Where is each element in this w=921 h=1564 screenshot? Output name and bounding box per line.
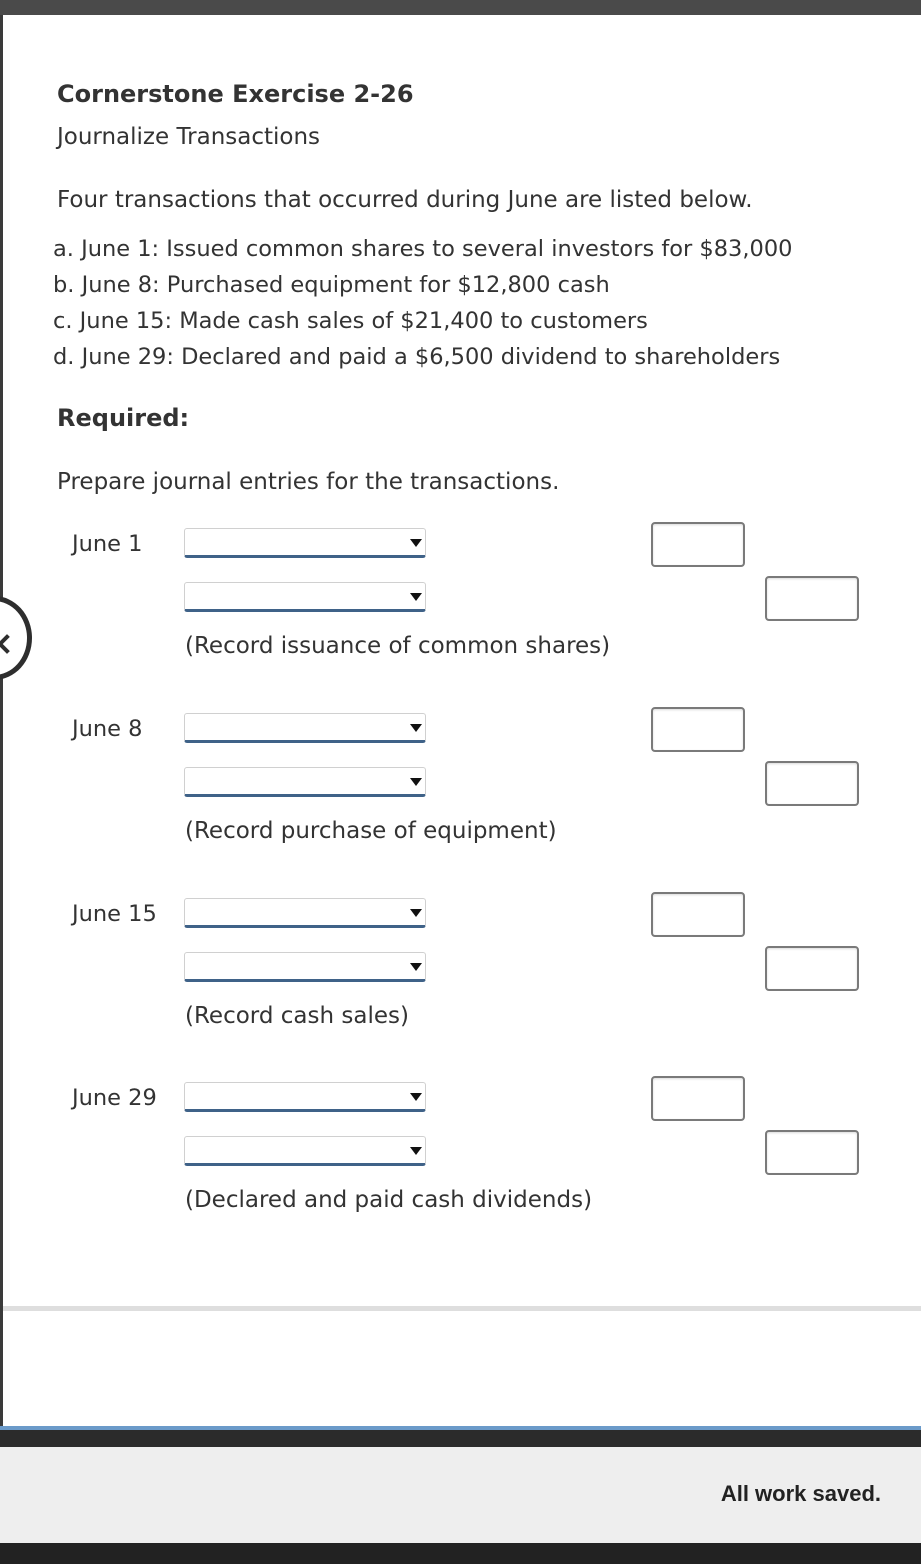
dark-band (0, 1430, 921, 1447)
entry-memo-june-15: (Record cash sales) (185, 1003, 409, 1029)
dropdown-arrow-icon (410, 963, 422, 971)
account-select-debit-june-8[interactable] (184, 713, 426, 743)
bottom-band (0, 1543, 921, 1564)
debit-amount-input-june-15[interactable] (651, 892, 745, 937)
entry-date-june-8: June 8 (72, 716, 143, 742)
dropdown-arrow-icon (410, 539, 422, 547)
credit-amount-input-june-29[interactable] (765, 1130, 859, 1175)
dropdown-arrow-icon (410, 778, 422, 786)
status-bar: All work saved. (0, 1447, 921, 1543)
transaction-list: a. June 1: Issued common shares to sever… (53, 236, 792, 380)
debit-amount-input-june-29[interactable] (651, 1076, 745, 1121)
entry-date-june-1: June 1 (72, 531, 143, 557)
page-title: Cornerstone Exercise 2-26 (57, 80, 414, 108)
credit-amount-input-june-1[interactable] (765, 576, 859, 621)
save-status: All work saved. (720, 1481, 881, 1506)
dropdown-arrow-icon (410, 1093, 422, 1101)
account-select-debit-june-29[interactable] (184, 1082, 426, 1112)
account-select-credit-june-15[interactable] (184, 952, 426, 982)
entry-memo-june-8: (Record purchase of equipment) (185, 818, 557, 844)
entry-date-june-15: June 15 (72, 901, 157, 927)
dropdown-arrow-icon (410, 724, 422, 732)
account-select-credit-june-1[interactable] (184, 582, 426, 612)
list-item: d. June 29: Declared and paid a $6,500 d… (53, 344, 781, 370)
credit-amount-input-june-15[interactable] (765, 946, 859, 991)
page-subtitle: Journalize Transactions (57, 124, 321, 150)
dropdown-arrow-icon (410, 909, 422, 917)
footer-divider (3, 1306, 921, 1311)
dropdown-arrow-icon (410, 1147, 422, 1155)
intro-text: Four transactions that occurred during J… (57, 187, 753, 213)
account-select-credit-june-29[interactable] (184, 1136, 426, 1166)
credit-amount-input-june-8[interactable] (765, 761, 859, 806)
entry-date-june-29: June 29 (72, 1085, 157, 1111)
list-item: c. June 15: Made cash sales of $21,400 t… (53, 308, 648, 334)
account-select-debit-june-1[interactable] (184, 528, 426, 558)
entry-memo-june-1: (Record issuance of common shares) (185, 633, 611, 659)
required-heading: Required: (57, 404, 190, 432)
debit-amount-input-june-8[interactable] (651, 707, 745, 752)
left-border (0, 15, 3, 1427)
debit-amount-input-june-1[interactable] (651, 522, 745, 567)
instruction-text: Prepare journal entries for the transact… (57, 469, 560, 495)
dropdown-arrow-icon (410, 593, 422, 601)
entry-memo-june-29: (Declared and paid cash dividends) (185, 1187, 593, 1213)
account-select-credit-june-8[interactable] (184, 767, 426, 797)
list-item: b. June 8: Purchased equipment for $12,8… (53, 272, 610, 298)
list-item: a. June 1: Issued common shares to sever… (53, 236, 793, 262)
account-select-debit-june-15[interactable] (184, 898, 426, 928)
top-bar (0, 0, 921, 15)
